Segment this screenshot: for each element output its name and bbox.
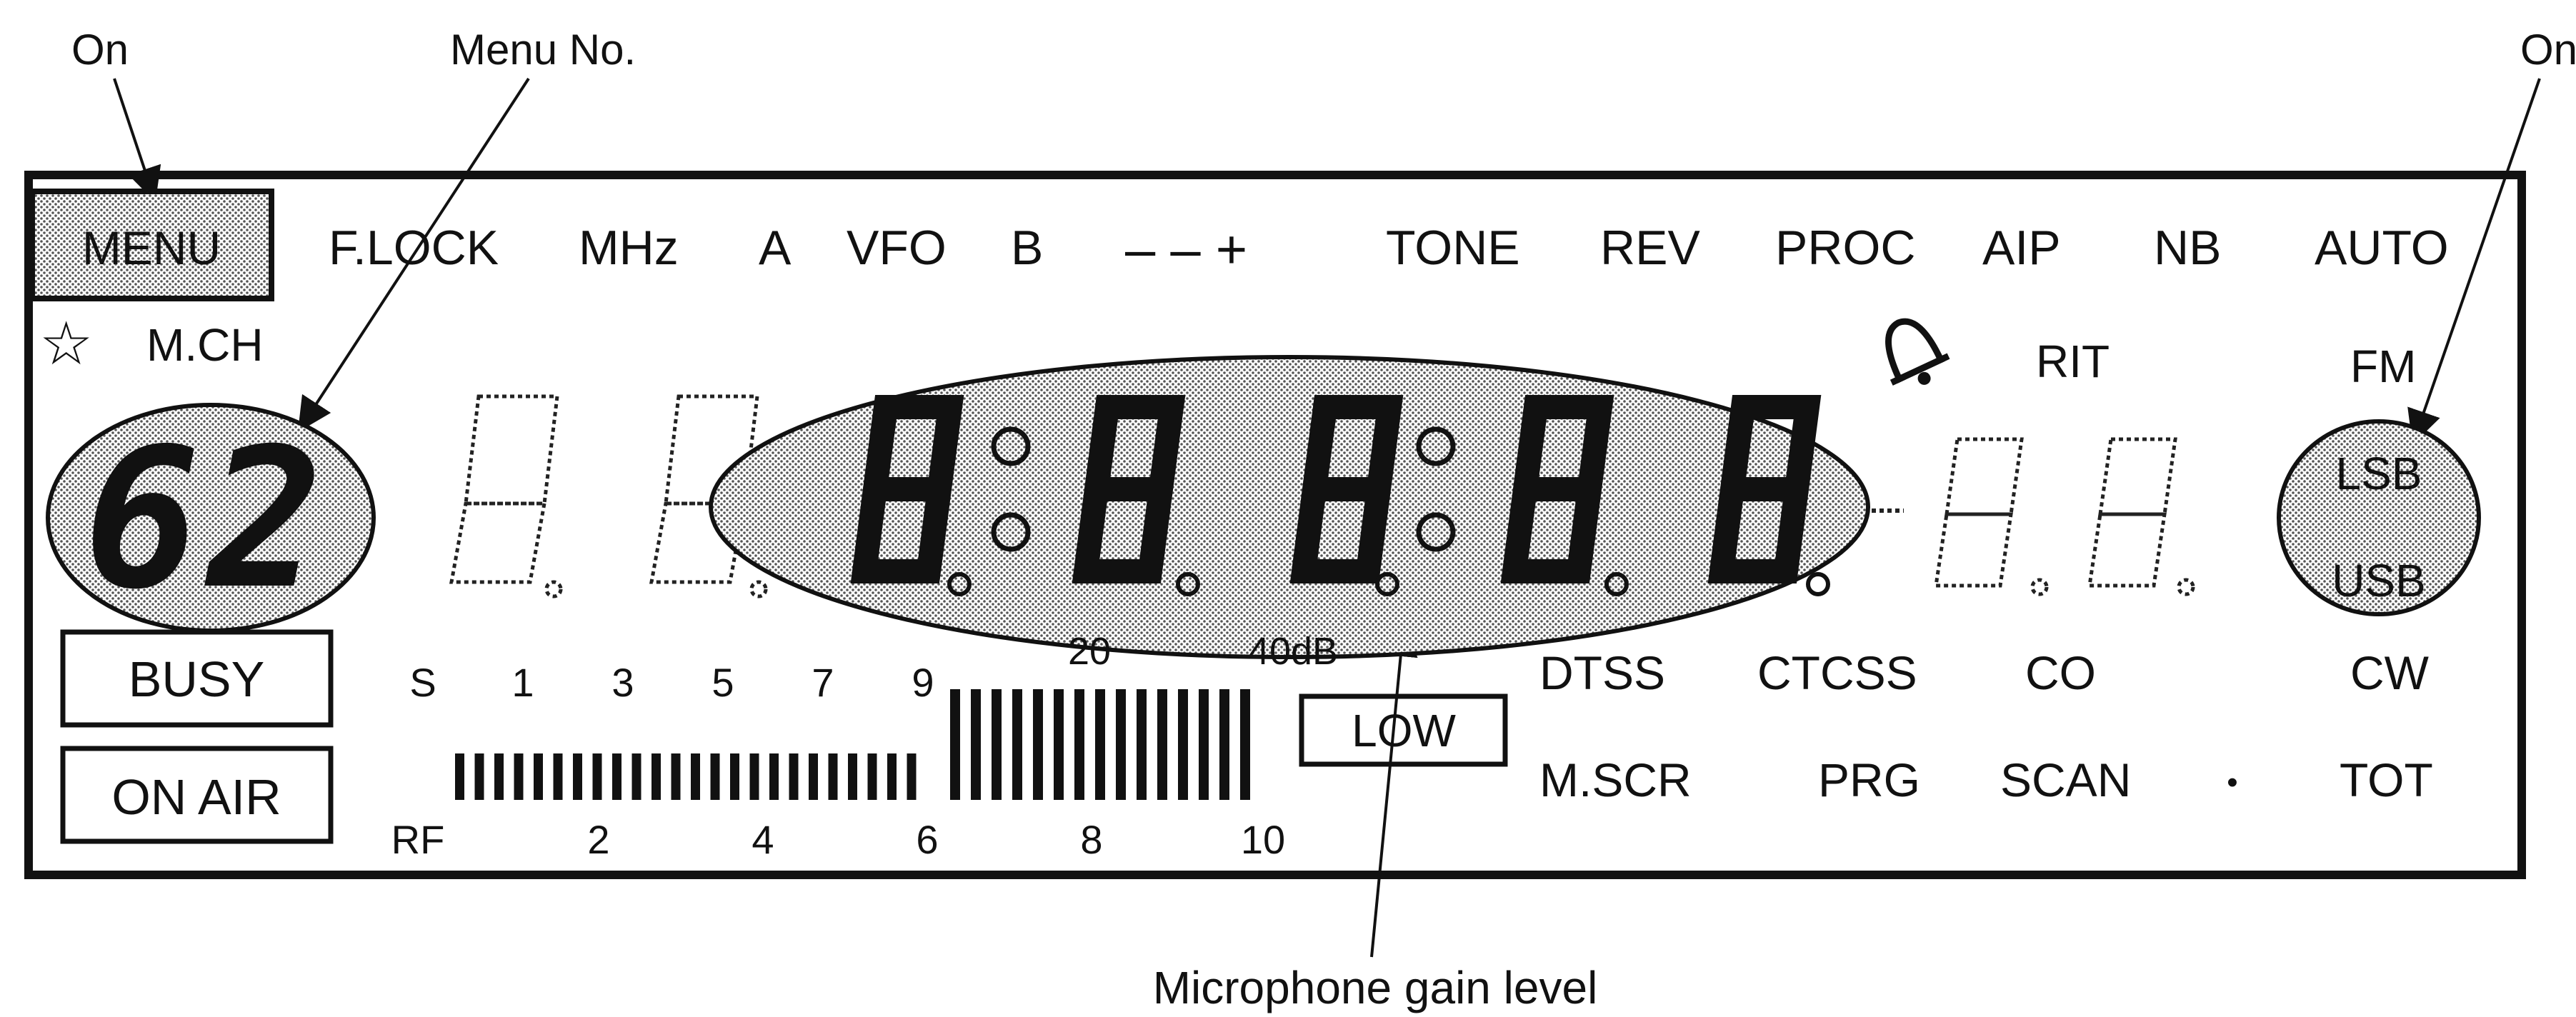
low-label: LOW <box>1352 705 1456 756</box>
meter-bar-short <box>769 753 779 800</box>
busy-label: BUSY <box>129 651 265 707</box>
meter-bar-short <box>631 753 641 800</box>
meter-bar-short <box>710 753 720 800</box>
meter-bar-tall <box>1012 689 1022 800</box>
meter-bar-short <box>514 753 524 800</box>
bell-icon <box>1885 318 1950 386</box>
meter-bar-tall <box>1240 689 1250 800</box>
meter-bar-short <box>573 753 582 800</box>
rf-label: 2 <box>587 817 609 862</box>
callout-menu-no: Menu No. <box>450 26 636 74</box>
meter-bar-tall <box>1116 689 1126 800</box>
meter-bars <box>455 689 1250 800</box>
meter-bar-tall <box>1095 689 1105 800</box>
flock-label: F.LOCK <box>329 221 499 275</box>
rf-labels: RF 2 4 6 8 10 <box>391 817 1285 862</box>
meter-bar-tall <box>1074 689 1084 800</box>
rit-label: RIT <box>2036 336 2110 387</box>
dtss-label: DTSS <box>1539 646 1665 699</box>
meter-bar-short <box>652 753 661 800</box>
meter-bar-short <box>671 753 681 800</box>
cw-label: CW <box>2350 646 2430 699</box>
dim-digit-1 <box>449 394 563 598</box>
meter-bar-tall <box>1199 689 1209 800</box>
meter-bar-tall <box>1137 689 1147 800</box>
meter-bar-short <box>494 753 504 800</box>
dim-digit-4 <box>2087 437 2195 596</box>
prg-label: PRG <box>1818 753 1920 806</box>
leader-mic-gain <box>1370 622 1418 958</box>
s-label: 1 <box>511 660 534 705</box>
menu-label: MENU <box>82 221 221 274</box>
meter-bar-short <box>612 753 621 800</box>
rf-label: RF <box>391 817 445 862</box>
tone-label: TONE <box>1386 221 1520 275</box>
s-label: 3 <box>611 660 634 705</box>
dot-label: • <box>2227 765 2237 800</box>
proc-label: PROC <box>1775 221 1915 275</box>
lcd-diagram: On Menu No. On Microphone gain level MEN… <box>24 26 2576 1013</box>
s-label: S <box>409 660 436 705</box>
star-icon: ☆ <box>39 310 93 377</box>
callout-mic-gain: Microphone gain level <box>1153 962 1598 1013</box>
fm-label: FM <box>2350 341 2416 392</box>
s-label: 7 <box>812 660 834 705</box>
mscr-label: M.SCR <box>1539 753 1692 806</box>
meter-bar-short <box>867 753 877 800</box>
leader-on-left <box>113 78 161 202</box>
meter-bar-short <box>809 753 818 800</box>
meter-bar-tall <box>992 689 1002 800</box>
a-label: A <box>759 221 792 275</box>
auto-label: AUTO <box>2315 221 2449 275</box>
meter-bar-tall <box>1219 689 1229 800</box>
vfo-label: VFO <box>847 221 947 275</box>
db-label: 20 <box>1068 630 1111 673</box>
meter-bar-short <box>534 753 543 800</box>
meter-bar-tall <box>1178 689 1188 800</box>
meter-bar-tall <box>950 689 960 800</box>
mhz-label: MHz <box>579 221 679 275</box>
usb-label: USB <box>2332 555 2426 606</box>
aip-label: AIP <box>1982 221 2061 275</box>
meter-bar-short <box>887 753 897 800</box>
meter-bar-tall <box>1157 689 1167 800</box>
meter-bar-tall <box>1033 689 1043 800</box>
mch-label: M.CH <box>146 319 264 371</box>
rf-label: 6 <box>916 817 938 862</box>
nb-label: NB <box>2154 221 2221 275</box>
menu-number: 62 <box>84 406 330 631</box>
rf-label: 8 <box>1080 817 1102 862</box>
rf-label: 10 <box>1241 817 1285 862</box>
minus-minus-plus-label: – – + <box>1125 219 1247 280</box>
lsb-label: LSB <box>2336 448 2422 499</box>
tot-label: TOT <box>2340 753 2433 806</box>
meter-bar-tall <box>1054 689 1064 800</box>
meter-bar-short <box>592 753 602 800</box>
meter-bar-short <box>474 753 484 800</box>
meter-bar-short <box>691 753 700 800</box>
rev-label: REV <box>1600 221 1700 275</box>
meter-bar-short <box>789 753 799 800</box>
meter-bar-short <box>828 753 838 800</box>
ctcss-label: CTCSS <box>1757 646 1917 699</box>
meter-bar-short <box>455 753 464 800</box>
s-label: 9 <box>912 660 934 705</box>
callout-on-right: On <box>2520 26 2576 74</box>
b-label: B <box>1011 221 1043 275</box>
decimal-dot-5 <box>1806 572 1830 596</box>
meter-bar-short <box>907 753 917 800</box>
meter-bar-short <box>730 753 739 800</box>
meter-bar-tall <box>971 689 981 800</box>
s-label: 5 <box>712 660 734 705</box>
meter-bar-short <box>553 753 563 800</box>
dim-digit-3 <box>1934 437 2049 596</box>
db-label: 40dB <box>1248 630 1338 673</box>
rf-label: 4 <box>752 817 774 862</box>
meter-bar-short <box>848 753 857 800</box>
co-label: CO <box>2025 646 2096 699</box>
on-air-label: ON AIR <box>111 769 281 825</box>
meter-bar-short <box>749 753 759 800</box>
callout-on-left: On <box>71 26 129 74</box>
scan-label: SCAN <box>2000 753 2131 806</box>
